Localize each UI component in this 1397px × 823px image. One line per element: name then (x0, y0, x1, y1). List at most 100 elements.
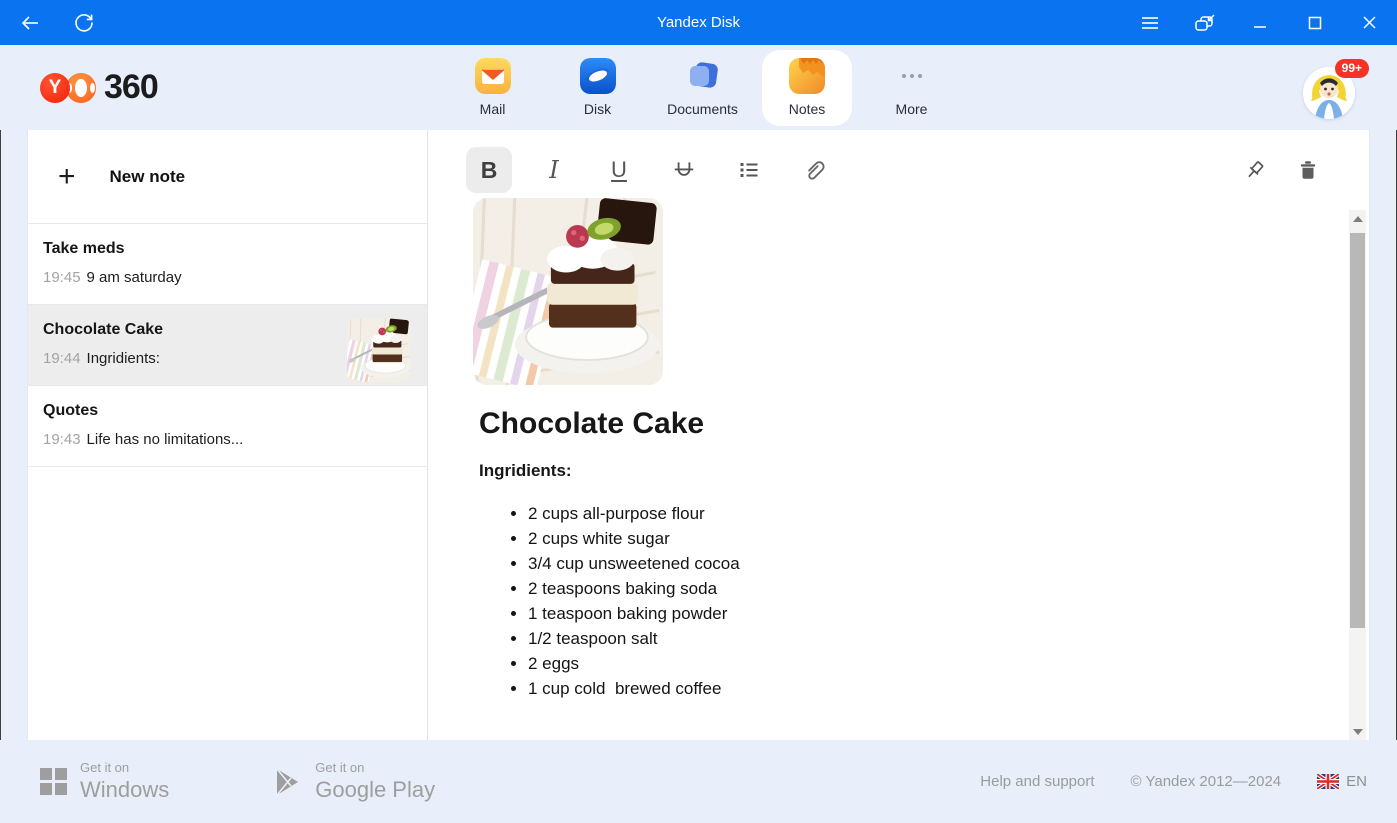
get-it-on-google-play-button[interactable]: Get it on Google Play (274, 760, 435, 803)
bullet-list-button[interactable] (726, 147, 772, 193)
note-thumbnail-cake-photo (347, 318, 411, 382)
ingredient-item: 2 cups all-purpose flour (528, 501, 1309, 526)
tab-mail-label: Mail (480, 101, 506, 117)
editor-toolbar: B I U (428, 130, 1369, 194)
account-avatar[interactable]: 99+ (1303, 59, 1365, 121)
close-icon (1362, 15, 1377, 30)
ingredients-list: 2 cups all-purpose flour2 cups white sug… (528, 501, 1309, 701)
tab-more[interactable]: More (859, 50, 964, 126)
pin-note-button[interactable] (1239, 155, 1269, 185)
tab-notes-label: Notes (789, 101, 826, 117)
maximize-button[interactable] (1287, 0, 1342, 45)
language-selector[interactable]: EN (1317, 773, 1367, 790)
language-label: EN (1346, 773, 1367, 790)
plus-icon: + (58, 162, 76, 192)
scrollbar-thumb[interactable] (1350, 233, 1365, 628)
minimize-to-tray-button[interactable] (1177, 0, 1232, 45)
scroll-up-icon (1353, 216, 1363, 222)
get-it-on-windows-button[interactable]: Get it on Windows (40, 760, 169, 803)
tab-disk[interactable]: Disk (545, 50, 650, 126)
refresh-button[interactable] (70, 9, 98, 37)
ingredient-item: 1/2 teaspoon salt (528, 626, 1309, 651)
tab-disk-label: Disk (584, 101, 611, 117)
note-preview: Ingridients: (87, 350, 160, 367)
note-preview: 9 am saturday (87, 269, 182, 286)
menu-button[interactable] (1122, 0, 1177, 45)
content-card: + New note Take meds 19:459 am saturday … (27, 130, 1370, 740)
ingredient-item: 1 cup cold brewed coffee (528, 676, 1309, 701)
tab-documents[interactable]: Documents (650, 50, 755, 126)
note-title: Quotes (43, 402, 411, 420)
tab-notes[interactable]: Notes (762, 50, 852, 126)
minimize-to-tray-icon (1192, 11, 1218, 35)
google-play-tagline: Get it on (315, 760, 435, 775)
logo-360-text: 360 (104, 68, 158, 107)
more-icon (894, 58, 930, 94)
underline-button[interactable]: U (596, 147, 642, 193)
windows-tagline: Get it on (80, 760, 169, 775)
strikethrough-icon (671, 157, 697, 183)
notes-icon (789, 58, 825, 94)
disk-icon (580, 58, 616, 94)
yandex-360-logo[interactable]: Y 360 (40, 68, 158, 107)
ingredient-item: 2 eggs (528, 651, 1309, 676)
refresh-icon (72, 11, 96, 35)
copyright-text: © Yandex 2012—2024 (1131, 773, 1282, 790)
note-list-item-chocolate-cake[interactable]: Chocolate Cake 19:44Ingridients: (28, 305, 427, 386)
note-preview: Life has no limitations... (87, 431, 244, 448)
windows-store-name: Windows (80, 777, 169, 803)
pin-icon (1242, 158, 1267, 183)
new-note-label: New note (110, 167, 186, 187)
tab-more-label: More (896, 101, 928, 117)
tab-mail[interactable]: Mail (440, 50, 545, 126)
note-time: 19:45 (43, 269, 81, 286)
note-heading: Chocolate Cake (479, 407, 1309, 441)
uk-flag-icon (1317, 774, 1339, 789)
note-title: Take meds (43, 240, 411, 258)
strikethrough-button[interactable] (661, 147, 707, 193)
close-button[interactable] (1342, 0, 1397, 45)
note-list-item-take-meds[interactable]: Take meds 19:45 9 am saturday (28, 224, 427, 305)
minimize-button[interactable] (1232, 0, 1287, 45)
ingredient-item: 2 teaspoons baking soda (528, 576, 1309, 601)
titlebar: Yandex Disk (0, 0, 1397, 45)
notifications-badge: 99+ (1335, 59, 1369, 78)
scroll-down-button[interactable] (1349, 723, 1366, 740)
italic-button[interactable]: I (531, 147, 577, 193)
scroll-down-icon (1353, 729, 1363, 735)
yandex-o-icon (66, 73, 96, 103)
help-and-support-link[interactable]: Help and support (980, 773, 1094, 790)
bold-icon: B (481, 157, 498, 184)
underline-icon: U (611, 157, 627, 183)
bold-button[interactable]: B (466, 147, 512, 193)
back-button[interactable] (16, 9, 44, 37)
tab-documents-label: Documents (667, 101, 738, 117)
app-footer: Get it on Windows Get it on Google Play … (0, 740, 1397, 823)
main-body: + New note Take meds 19:459 am saturday … (0, 130, 1397, 740)
scroll-up-button[interactable] (1349, 210, 1366, 227)
note-content: Chocolate Cake Ingridients: 2 cups all-p… (428, 194, 1369, 701)
app-header: Y 360 Mail (0, 45, 1397, 130)
note-image-cake-photo[interactable] (473, 198, 663, 385)
service-tabs: Mail Disk (440, 45, 964, 130)
windows-icon (40, 768, 67, 795)
editor-scrollbar[interactable] (1349, 210, 1366, 740)
app-window: Yandex Disk (0, 0, 1397, 823)
yandex-y-icon: Y (40, 73, 70, 103)
delete-note-button[interactable] (1293, 155, 1323, 185)
ingredient-item: 2 cups white sugar (528, 526, 1309, 551)
ingredient-item: 3/4 cup unsweetened cocoa (528, 551, 1309, 576)
new-note-button[interactable]: + New note (28, 130, 427, 224)
hamburger-icon (1140, 15, 1160, 31)
mail-icon (475, 58, 511, 94)
note-editor: B I U (428, 130, 1369, 740)
paperclip-icon (801, 157, 827, 183)
note-time: 19:44 (43, 350, 81, 367)
back-arrow-icon (18, 11, 42, 35)
attach-file-button[interactable] (791, 147, 837, 193)
google-play-store-name: Google Play (315, 777, 435, 803)
italic-icon: I (549, 156, 558, 184)
bullet-list-icon (737, 158, 761, 182)
note-subheading: Ingridients: (479, 461, 1309, 481)
note-list-item-quotes[interactable]: Quotes 19:43Life has no limitations... (28, 386, 427, 467)
